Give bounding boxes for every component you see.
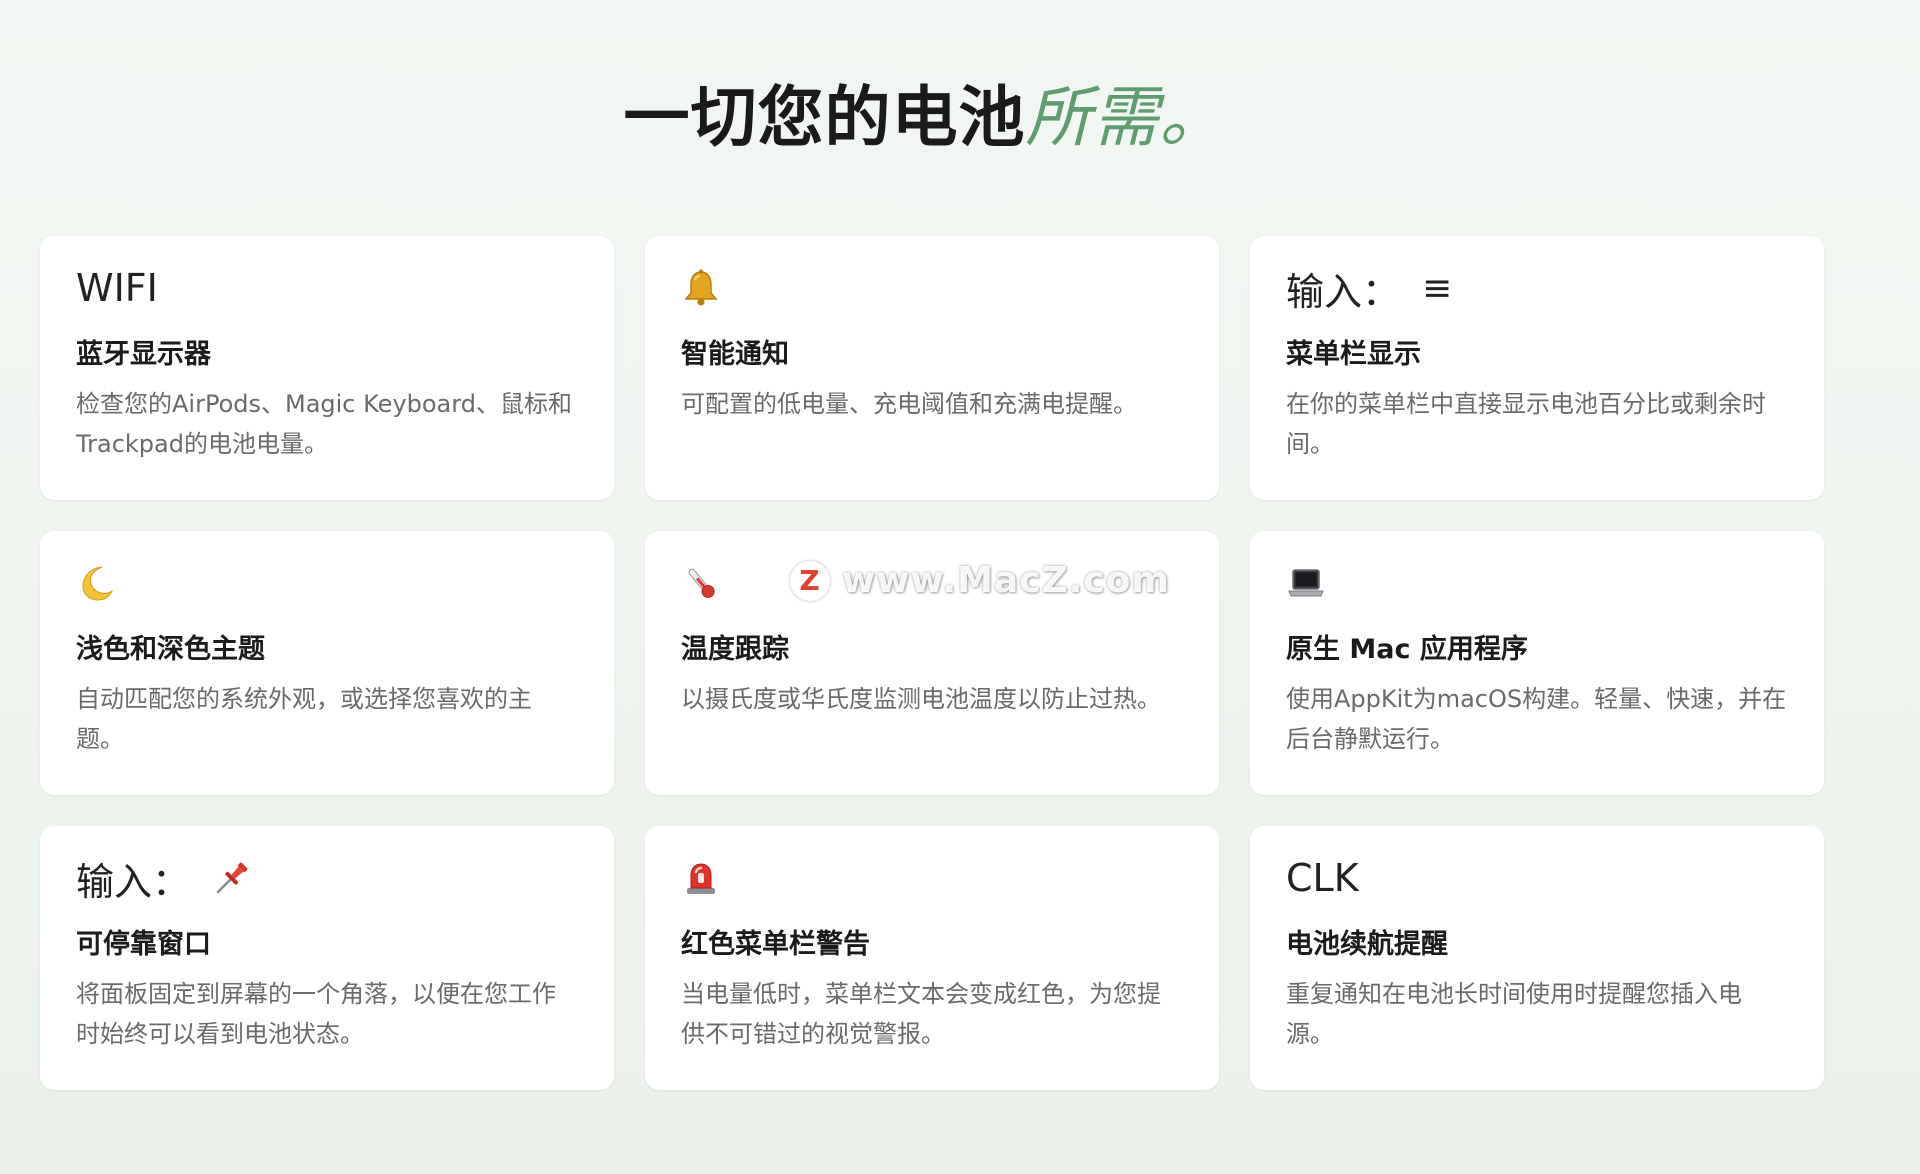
card-description: 当电量低时，菜单栏文本会变成红色，为您提供不可错过的视觉警报。 [681,980,1161,1048]
feature-card-native-mac: 原生 Mac 应用程序 使用AppKit为macOS构建。轻量、快速，并在后台静… [1250,531,1824,795]
bell-icon [681,268,721,308]
feature-card-themes: 浅色和深色主题 自动匹配您的系统外观，或选择您喜欢的主题。 [40,531,614,795]
wifi-label: WIFI [76,266,158,310]
card-title: 蓝牙显示器 [76,339,211,370]
card-description: 在你的菜单栏中直接显示电池百分比或剩余时间。 [1286,390,1766,458]
pushpin-icon [212,858,252,898]
card-icon-row: 输入： ≡ [1286,264,1453,314]
card-description: 将面板固定到屏幕的一个角落，以便在您工作时始终可以看到电池状态。 [76,980,556,1048]
card-title: 可停靠窗口 [76,929,211,960]
clk-label: CLK [1286,856,1359,900]
page: 一切您的电池所需。 WIFI 蓝牙显示器 检查您的AirPods、Magic K… [0,0,1920,1174]
card-icon-row [681,264,721,312]
card-title: 菜单栏显示 [1286,339,1421,370]
card-title: 原生 Mac 应用程序 [1286,634,1528,665]
card-icon-row [76,559,116,607]
card-icon-row [681,854,721,902]
card-title: 温度跟踪 [681,634,789,665]
moon-icon [76,563,116,603]
input-label: 输入： [76,859,191,904]
menu-lines-icon: ≡ [1422,267,1453,309]
card-description: 可配置的低电量、充电阈值和充满电提醒。 [681,390,1137,418]
card-icon-row: 输入： [76,854,252,904]
card-icon-row [1286,559,1326,607]
card-description: 自动匹配您的系统外观，或选择您喜欢的主题。 [76,685,532,753]
watermark: Z www.MacZ.com [790,560,1170,601]
feature-card-red-warning: 红色菜单栏警告 当电量低时，菜单栏文本会变成红色，为您提供不可错过的视觉警报。 [645,826,1219,1090]
input-label: 输入： [1286,269,1401,314]
laptop-icon [1286,563,1326,603]
card-icon-row: CLK [1286,854,1359,902]
card-icon-row: WIFI [76,264,158,312]
siren-icon [681,858,721,898]
card-description: 以摄氏度或华氏度监测电池温度以防止过热。 [681,685,1161,713]
feature-card-dockable: 输入： 可停靠窗口 将面板固定到屏幕的一个角落，以便在您工作时始终可以看到电池状… [40,826,614,1090]
card-title: 智能通知 [681,339,789,370]
feature-card-notifications: 智能通知 可配置的低电量、充电阈值和充满电提醒。 [645,236,1219,500]
thermometer-icon [681,563,721,603]
watermark-text: www.MacZ.com [842,560,1170,601]
card-title: 浅色和深色主题 [76,634,265,665]
card-description: 重复通知在电池长时间使用时提醒您插入电源。 [1286,980,1742,1048]
card-description: 检查您的AirPods、Magic Keyboard、鼠标和Trackpad的电… [76,390,572,458]
feature-grid: WIFI 蓝牙显示器 检查您的AirPods、Magic Keyboard、鼠标… [40,236,1824,1090]
card-title: 电池续航提醒 [1286,929,1448,960]
feature-card-battery-reminder: CLK 电池续航提醒 重复通知在电池长时间使用时提醒您插入电源。 [1250,826,1824,1090]
feature-card-bluetooth: WIFI 蓝牙显示器 检查您的AirPods、Magic Keyboard、鼠标… [40,236,614,500]
macz-logo-icon: Z [790,560,830,601]
card-icon-row [681,559,721,607]
card-title: 红色菜单栏警告 [681,929,870,960]
headline-accent: 所需。 [1025,79,1227,156]
page-headline: 一切您的电池所需。 [0,72,1850,164]
headline-main: 一切您的电池 [623,79,1026,156]
card-description: 使用AppKit为macOS构建。轻量、快速，并在后台静默运行。 [1286,685,1787,753]
feature-card-menubar: 输入： ≡ 菜单栏显示 在你的菜单栏中直接显示电池百分比或剩余时间。 [1250,236,1824,500]
